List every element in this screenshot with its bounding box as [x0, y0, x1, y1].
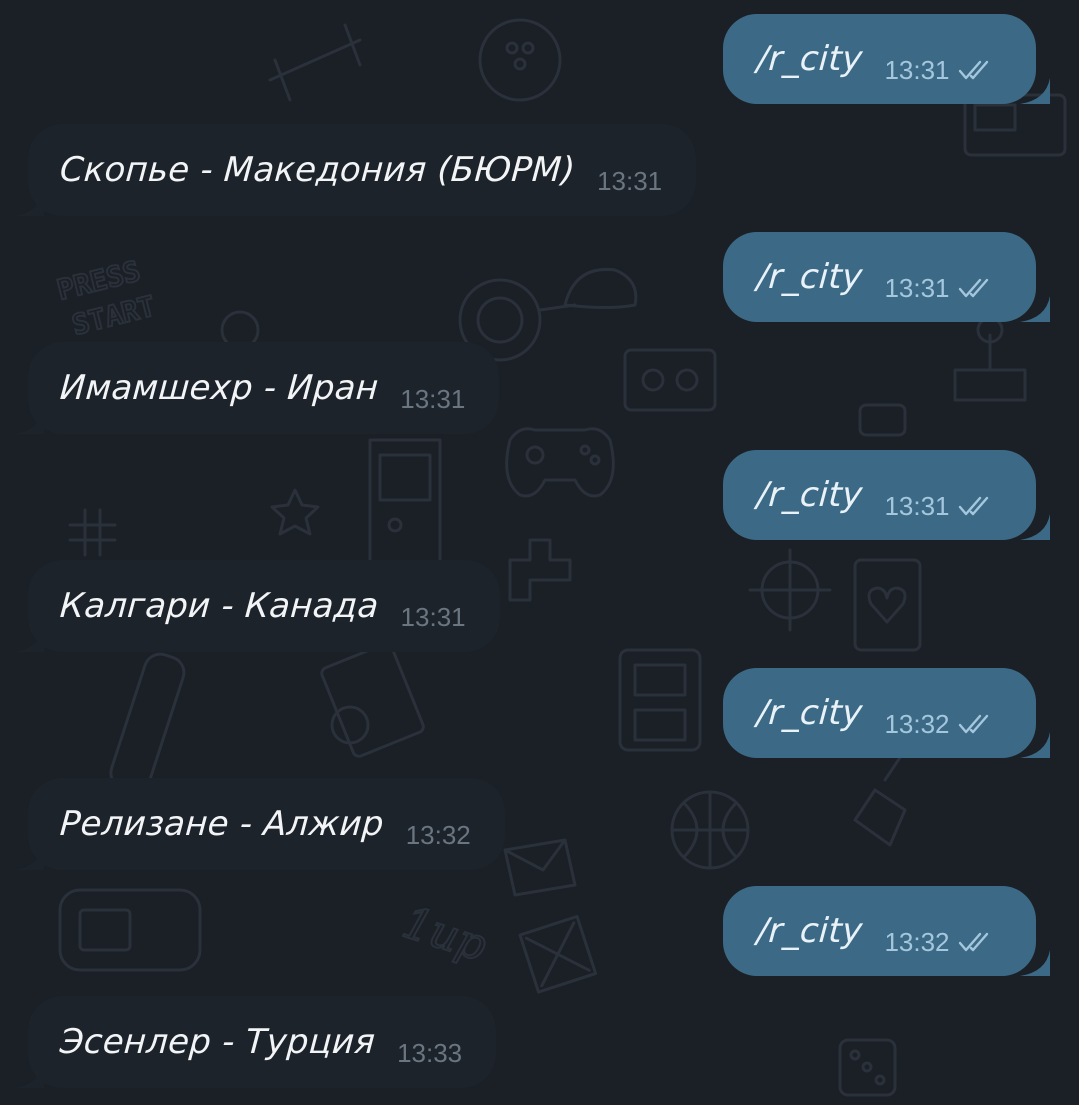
outgoing-message[interactable]: /r_city 13:32: [723, 668, 1050, 758]
message-text: /r_city: [755, 257, 864, 297]
bubble-tail: [14, 408, 44, 434]
bubble-tail: [14, 844, 44, 870]
outgoing-message[interactable]: /r_city 13:32: [723, 886, 1050, 976]
outgoing-message[interactable]: /r_city 13:31: [723, 14, 1050, 104]
incoming-message[interactable]: Релизане - Алжир 13:32: [14, 778, 505, 870]
message-time: 13:31: [884, 54, 950, 85]
message-time: 13:32: [405, 819, 471, 850]
bubble-tail: [1019, 732, 1050, 758]
message-time: 13:31: [400, 383, 466, 414]
message-text: /r_city: [755, 475, 864, 515]
message-text: Калгари - Канада: [58, 586, 380, 626]
double-check-icon: [958, 932, 988, 952]
message-meta: 13:32: [406, 820, 471, 851]
outgoing-message[interactable]: /r_city 13:31: [723, 232, 1050, 322]
bubble-tail: [14, 1062, 44, 1088]
incoming-message[interactable]: Скопье - Македония (БЮРМ) 13:31: [14, 124, 697, 216]
double-check-icon: [958, 496, 988, 516]
bubble-tail: [1019, 950, 1050, 976]
double-check-icon: [958, 278, 988, 298]
bubble-tail: [14, 626, 44, 652]
message-time: 13:31: [400, 601, 466, 632]
message-text: /r_city: [755, 39, 864, 79]
outgoing-message[interactable]: /r_city 13:31: [723, 450, 1050, 540]
message-meta: 13:31: [884, 273, 995, 304]
message-meta: 13:31: [401, 602, 466, 633]
bubble-tail: [14, 190, 44, 216]
double-check-icon: [958, 714, 988, 734]
message-meta: 13:32: [884, 927, 995, 958]
message-meta: 13:31: [884, 491, 995, 522]
message-text: Релизане - Алжир: [58, 804, 386, 844]
message-time: 13:31: [884, 272, 950, 303]
bubble-tail: [1019, 296, 1050, 322]
message-text: Скопье - Македония (БЮРМ): [58, 150, 577, 190]
message-meta: 13:33: [397, 1038, 462, 1069]
message-text: Имамшехр - Иран: [58, 368, 380, 408]
incoming-message[interactable]: Эсенлер - Турция 13:33: [14, 996, 497, 1088]
message-list[interactable]: /r_city 13:31 Скопье - Македония (БЮРМ) …: [0, 0, 1079, 1105]
message-time: 13:33: [397, 1037, 463, 1068]
message-meta: 13:32: [884, 709, 995, 740]
message-meta: 13:31: [597, 166, 662, 197]
message-time: 13:31: [884, 490, 950, 521]
bubble-tail: [1019, 78, 1050, 104]
message-time: 13:32: [884, 708, 950, 739]
message-text: Эсенлер - Турция: [58, 1022, 377, 1062]
incoming-message[interactable]: Имамшехр - Иран 13:31: [14, 342, 500, 434]
message-meta: 13:31: [400, 384, 465, 415]
bubble-tail: [1019, 514, 1050, 540]
incoming-message[interactable]: Калгари - Канада 13:31: [14, 560, 500, 652]
message-text: /r_city: [755, 911, 864, 951]
message-time: 13:31: [597, 165, 663, 196]
double-check-icon: [958, 60, 988, 80]
message-time: 13:32: [884, 926, 950, 957]
message-meta: 13:31: [884, 55, 995, 86]
message-text: /r_city: [755, 693, 864, 733]
